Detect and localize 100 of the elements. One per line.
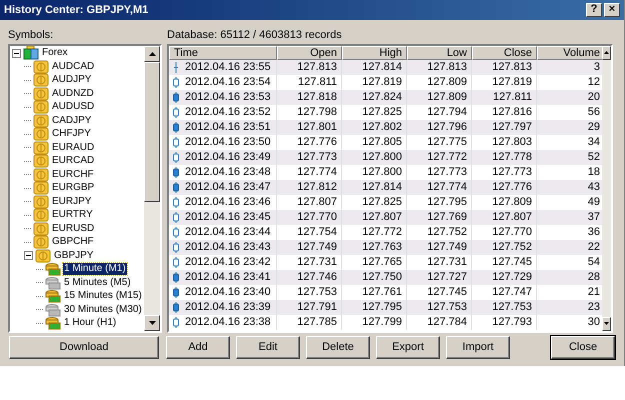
table-cell: 127.798 <box>297 106 337 119</box>
table-cell: 127.811 <box>298 76 337 89</box>
table-cell: 2012.04.16 23:48 <box>185 166 271 179</box>
table-cell: 127.824 <box>362 90 402 104</box>
table-cell: 127.802 <box>362 120 402 134</box>
table-cell: 127.752 <box>492 240 532 254</box>
tree-item[interactable]: AUDJPY <box>51 74 92 86</box>
table-cell: 127.772 <box>362 226 402 239</box>
table-cell: 52 <box>588 150 600 164</box>
table-cell: 127.775 <box>427 136 467 149</box>
tree-item[interactable]: GBPCHF <box>51 236 95 248</box>
expander-icon[interactable] <box>12 48 21 58</box>
action-button[interactable]: Delete <box>306 336 370 359</box>
table-cell: 127.778 <box>492 150 532 164</box>
table-cell: 2012.04.16 23:49 <box>185 150 271 164</box>
tree-item[interactable]: AUDNZD <box>51 88 95 100</box>
table-cell: 127.772 <box>427 150 467 164</box>
table-cell: 127.819 <box>362 76 402 89</box>
table-cell: 2012.04.16 23:38 <box>185 316 271 329</box>
coin-icon <box>33 60 49 74</box>
tree-item[interactable]: 30 Minutes (M30) <box>63 304 143 316</box>
table-cell: 22 <box>588 240 600 254</box>
scroll-up-icon[interactable] <box>144 46 160 62</box>
symbols-label: Symbols: <box>8 28 54 43</box>
action-button[interactable]: Edit <box>236 336 300 359</box>
scroll-up-icon[interactable] <box>602 46 611 60</box>
table-cell: 127.746 <box>297 270 337 284</box>
table-cell: 2012.04.16 23:55 <box>185 60 271 74</box>
table-cell: 127.807 <box>492 210 532 224</box>
tree-item[interactable]: 15 Minutes (M15) <box>63 290 143 302</box>
scroll-thumb[interactable] <box>144 62 160 202</box>
table-cell: 2012.04.16 23:52 <box>185 106 271 119</box>
table-cell: 127.747 <box>492 286 532 299</box>
table-cell: 127.800 <box>362 166 402 179</box>
tree-item[interactable]: CADJPY <box>51 114 92 127</box>
tree-item[interactable]: EURAUD <box>51 142 96 154</box>
column-header[interactable]: Open <box>277 46 342 60</box>
table-cell: 127.813 <box>492 60 532 74</box>
table-cell: 127.818 <box>297 90 337 104</box>
scroll-down-icon[interactable] <box>144 314 160 331</box>
tree-item[interactable]: AUDUSD <box>51 101 96 114</box>
coin-icon <box>33 127 49 142</box>
column-header[interactable]: Time <box>169 46 277 60</box>
column-header[interactable]: High <box>342 46 407 60</box>
table-cell: 127.765 <box>362 256 402 269</box>
table-cell: 28 <box>588 270 600 284</box>
coin-icon <box>33 194 49 209</box>
coin-icon <box>33 181 49 196</box>
help-button[interactable]: ? <box>586 2 602 17</box>
table-cell: 127.761 <box>362 286 402 299</box>
table-cell: 127.769 <box>427 210 467 224</box>
tree-item[interactable]: 1 Minute (M1) <box>63 263 127 276</box>
table-cell: 127.809 <box>427 90 467 104</box>
tree-item[interactable]: EURJPY <box>51 196 92 208</box>
tree-item[interactable]: EURCHF <box>51 168 95 181</box>
column-header[interactable]: Low <box>407 46 472 60</box>
expander-icon[interactable] <box>24 251 33 260</box>
table-cell: 127.799 <box>362 316 402 329</box>
column-header[interactable]: Close <box>472 46 537 60</box>
scroll-down-icon[interactable] <box>602 316 611 331</box>
close-button[interactable]: × <box>604 2 620 17</box>
table-cell: 127.774 <box>427 180 467 194</box>
tree-item[interactable]: EURTRY <box>51 209 94 222</box>
close-button[interactable]: Close <box>551 336 615 359</box>
tree-item[interactable]: GBPJPY <box>53 250 94 262</box>
table-cell: 127.776 <box>297 136 337 149</box>
tree-item[interactable]: CHFJPY <box>51 128 92 140</box>
table-cell: 127.750 <box>362 270 402 284</box>
table-cell: 127.803 <box>492 136 532 149</box>
tree-item[interactable]: EURGBP <box>51 182 96 194</box>
table-cell: 2012.04.16 23:45 <box>185 210 271 224</box>
table-cell: 127.819 <box>492 76 532 89</box>
action-button[interactable]: Add <box>166 336 230 359</box>
table-cell: 2012.04.16 23:51 <box>185 120 271 134</box>
table-cell: 127.776 <box>492 180 532 194</box>
tree-item[interactable]: Forex <box>41 47 69 60</box>
table-cell: 127.754 <box>297 226 337 239</box>
window-title: History Center: GBPJPY,M1 <box>4 2 150 18</box>
table-cell: 127.825 <box>362 106 402 119</box>
table-cell: 34 <box>588 136 600 149</box>
table-cell: 127.753 <box>297 286 337 299</box>
action-button[interactable]: Import <box>446 336 510 359</box>
coin-icon <box>33 100 49 114</box>
column-header[interactable]: Volume <box>537 46 602 60</box>
table-cell: 2012.04.16 23:39 <box>185 300 271 314</box>
tree-item[interactable]: AUDCAD <box>51 60 96 73</box>
tree-item[interactable]: 1 Hour (H1) <box>63 317 118 330</box>
download-button[interactable]: Download <box>9 336 159 359</box>
tree-item[interactable]: EURUSD <box>51 222 96 235</box>
table-cell: 127.791 <box>297 300 337 314</box>
table-cell: 127.814 <box>362 60 402 74</box>
table-cell: 21 <box>588 286 600 299</box>
table-cell: 2012.04.16 23:43 <box>185 240 271 254</box>
tree-item[interactable]: EURCAD <box>51 155 96 168</box>
table-cell: 2012.04.16 23:44 <box>185 226 271 239</box>
table-cell: 127.816 <box>492 106 532 119</box>
table-cell: 127.731 <box>427 256 467 269</box>
action-button[interactable]: Export <box>376 336 440 359</box>
tree-item[interactable]: 5 Minutes (M5) <box>63 276 132 289</box>
table-cell: 127.753 <box>492 300 532 314</box>
